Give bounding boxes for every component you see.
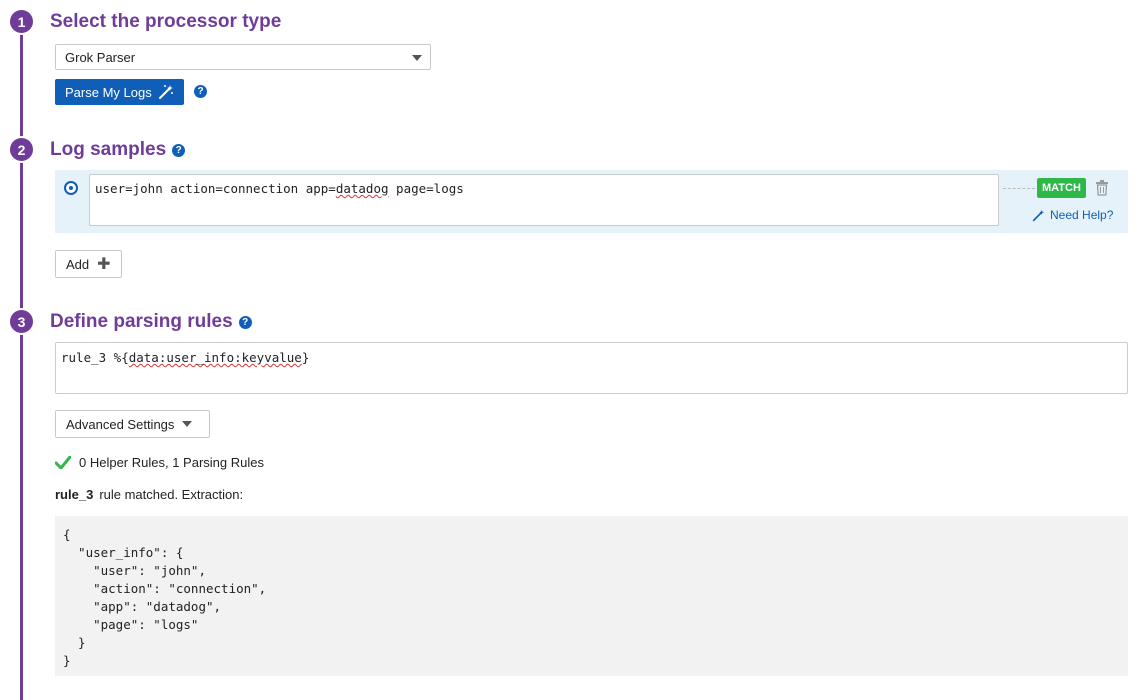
magic-wand-icon	[158, 85, 173, 99]
parse-my-logs-button[interactable]: Parse My Logs	[55, 79, 184, 105]
step-2-title: Log samples ?	[50, 139, 186, 161]
step-3-title: Define parsing rules ?	[50, 311, 252, 333]
log-sample-row: user=john action=connection app=datadog …	[55, 170, 1128, 233]
rule-text-end: }	[301, 350, 310, 365]
parsing-rules-editor[interactable]: rule_3 %{data:user_info:keyvalue}	[55, 342, 1128, 394]
matched-rule-text: rule matched. Extraction:	[99, 487, 244, 502]
advanced-settings-button[interactable]: Advanced Settings	[55, 410, 210, 438]
step-1-badge: 1	[8, 8, 35, 35]
chevron-down-icon	[412, 55, 422, 61]
steps-timeline	[20, 22, 23, 700]
plus-icon: ✚	[97, 256, 111, 273]
rule-matched-line: rule_3 rule matched. Extraction:	[55, 487, 243, 502]
rule-text-spellcheck: data:user_info:keyvalue	[128, 350, 302, 365]
match-connector	[1003, 188, 1035, 189]
matched-rule-name: rule_3	[55, 487, 94, 502]
log-sample-input[interactable]: user=john action=connection app=datadog …	[89, 174, 999, 226]
log-sample-text-spellcheck: datadog	[335, 181, 389, 196]
rules-summary-text: 0 Helper Rules, 1 Parsing Rules	[79, 455, 264, 470]
step-1-title-text: Select the processor type	[50, 11, 282, 32]
step-3-badge: 3	[8, 308, 35, 335]
step-3-title-text: Define parsing rules	[50, 311, 233, 332]
step-2-title-text: Log samples	[50, 139, 167, 160]
rules-summary: 0 Helper Rules, 1 Parsing Rules	[55, 455, 264, 470]
processor-type-select[interactable]: Grok Parser	[55, 44, 431, 70]
advanced-settings-label: Advanced Settings	[66, 416, 175, 432]
checkmark-icon	[55, 456, 71, 469]
match-status-badge: MATCH	[1037, 178, 1086, 198]
processor-type-value: Grok Parser	[65, 50, 136, 65]
extraction-output: { "user_info": { "user": "john", "action…	[55, 516, 1128, 676]
log-sample-text-start: user=john action=connection app=	[95, 181, 336, 196]
trash-icon[interactable]	[1095, 180, 1109, 196]
parse-my-logs-label: Parse My Logs	[65, 84, 152, 100]
magic-wand-icon	[1032, 209, 1045, 221]
chevron-down-icon	[182, 421, 193, 427]
step-2-badge: 2	[8, 136, 35, 163]
need-help-label: Need Help?	[1050, 208, 1114, 222]
add-sample-button[interactable]: Add ✚	[55, 250, 122, 278]
sample-radio-button[interactable]	[64, 181, 78, 195]
step-1-title: Select the processor type	[50, 11, 281, 33]
parse-help-icon[interactable]: ?	[194, 85, 207, 98]
add-sample-label: Add	[66, 256, 90, 272]
log-samples-help-icon[interactable]: ?	[172, 143, 186, 157]
log-sample-text-end: page=logs	[388, 181, 464, 196]
parsing-rules-help-icon[interactable]: ?	[238, 315, 252, 329]
rule-text-start: rule_3 %{	[61, 350, 129, 365]
need-help-link[interactable]: Need Help?	[1032, 208, 1113, 222]
